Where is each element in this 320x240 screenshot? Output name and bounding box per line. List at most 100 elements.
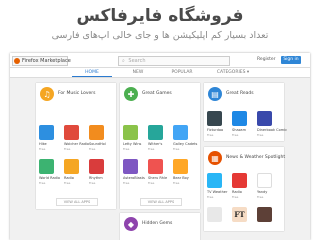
app-name: Hike [39,142,47,146]
app-tile[interactable]: Bear Boy Free [173,159,195,185]
app-name: Ficturdoo [207,128,224,132]
app-tile[interactable]: AsteroBlasts Free [123,159,145,185]
app-tile[interactable]: Letty Wins Free [123,125,145,151]
tab-new[interactable]: NEW [118,68,158,77]
app-icon [257,111,272,126]
search-placeholder: Search [128,58,146,64]
app-icon [232,173,247,188]
app-name: World Radio [39,176,60,180]
card-title: For Music Lovers [58,91,96,96]
app-price: Free [148,181,155,185]
app-price: Free [39,147,46,151]
card-header: ▦ News & Weather Spotlight [204,147,286,169]
app-price: Free [207,195,214,199]
view-all-button[interactable]: VIEW ALL APPS [140,198,182,206]
app-price: Free [257,133,264,137]
app-tile[interactable]: SoundHol Free [89,125,111,151]
slide-title: فروشگاه فایرفاکس [76,6,244,26]
app-price: Free [232,195,239,199]
app-icon [123,159,138,174]
register-link[interactable]: Register [257,57,276,63]
app-name: SoundHol [89,142,106,146]
app-name: Bear Boy [173,176,189,180]
ft-app-icon: FT [232,207,247,222]
marketplace-screenshot: Firefox Marketplace ⌕ Search Register Si… [10,53,310,240]
app-icon [173,125,188,140]
music-note-icon: ♫ [40,87,54,101]
app-icon [207,207,222,222]
game-controller-icon: ✚ [124,87,138,101]
marketplace-logo[interactable]: Firefox Marketplace [12,56,71,66]
collection-card-news[interactable]: ▦ News & Weather Spotlight TV Weather Fr… [204,147,286,231]
card-title: News & Weather Spotlight [226,155,286,160]
app-name: Shazam [232,128,246,132]
app-price: Free [89,181,96,185]
app-name: Galley Cadets [173,142,198,146]
book-icon: ▤ [208,87,222,101]
app-icon [39,125,54,140]
card-header: ◆ Hidden Gems [120,213,200,235]
app-tile[interactable]: Ficturdoo Free [207,111,229,137]
app-price: Free [232,133,239,137]
app-tile[interactable]: Rhythm Free [89,159,111,185]
app-tile[interactable]: Shazam Free [232,111,254,137]
firefox-logo-icon [14,58,20,64]
collection-card-games[interactable]: ✚ Great Games Letty Wins Free Wither's F… [120,83,200,209]
app-icon [207,173,222,188]
app-icon [148,159,163,174]
app-name: Radio [64,176,74,180]
collection-card-hidden-gems[interactable]: ◆ Hidden Gems [120,213,200,240]
app-icon [232,111,247,126]
signin-button[interactable]: Sign in [281,56,301,64]
app-tile[interactable]: TV Weather Free [207,173,229,199]
app-name: Radio [232,190,242,194]
app-name: Dinerbook Comic [257,128,288,132]
app-tile[interactable] [257,207,279,222]
collection-card-music[interactable]: ♫ For Music Lovers Hike Free Wolcher Rad… [36,83,116,209]
app-tile[interactable] [207,207,229,222]
app-tile[interactable]: Radio Free [232,173,254,199]
app-price: Free [64,181,71,185]
diamond-icon: ◆ [124,217,138,231]
app-price: Free [123,181,130,185]
app-tile[interactable]: World Radio Free [39,159,61,185]
app-tile[interactable]: Yandy Free [257,173,279,199]
app-icon [64,159,79,174]
logo-label: Firefox Marketplace [22,58,71,64]
app-tile[interactable]: FT [232,207,254,222]
collection-card-reads[interactable]: ▤ Great Reads Ficturdoo Free Shazam Free… [204,83,288,141]
app-icon [39,159,54,174]
slide-subtitle: تعداد بسیار کم اپلیکیشن ها و جای خالی اپ… [51,30,269,41]
app-tile[interactable]: Dinerbook Comic Free [257,111,288,137]
app-name: TV Weather [207,190,228,194]
app-icon [64,125,79,140]
app-name: Sheru Rhle [148,176,168,180]
view-all-button[interactable]: VIEW ALL APPS [56,198,98,206]
app-price: Free [257,195,264,199]
app-tile[interactable]: Sheru Rhle Free [148,159,170,185]
tab-home[interactable]: HOME [72,68,112,77]
app-icon [123,125,138,140]
app-price: Free [173,181,180,185]
app-tile[interactable]: Galley Cadets Free [173,125,198,151]
app-icon [257,207,272,222]
app-tile[interactable]: Wither's Free [148,125,170,151]
card-title: Great Reads [226,91,254,96]
app-tile[interactable]: Radio Free [64,159,86,185]
app-name: Rhythm [89,176,103,180]
tab-popular[interactable]: POPULAR [162,68,202,77]
tab-categories[interactable]: CATEGORIES ▾ [208,68,258,77]
app-icon [207,111,222,126]
app-price: Free [39,181,46,185]
newspaper-icon: ▦ [208,151,222,165]
card-title: Hidden Gems [142,221,173,226]
app-icon [89,125,104,140]
app-tile[interactable]: Wolcher Radio Free [64,125,89,151]
app-tile[interactable]: Hike Free [39,125,61,151]
search-input[interactable]: ⌕ Search [118,56,230,66]
card-header: ▤ Great Reads [204,83,284,105]
app-name: Letty Wins [123,142,142,146]
app-price: Free [89,147,96,151]
marketplace-nav: HOME NEW POPULAR CATEGORIES ▾ [10,68,310,78]
app-price: Free [173,147,180,151]
